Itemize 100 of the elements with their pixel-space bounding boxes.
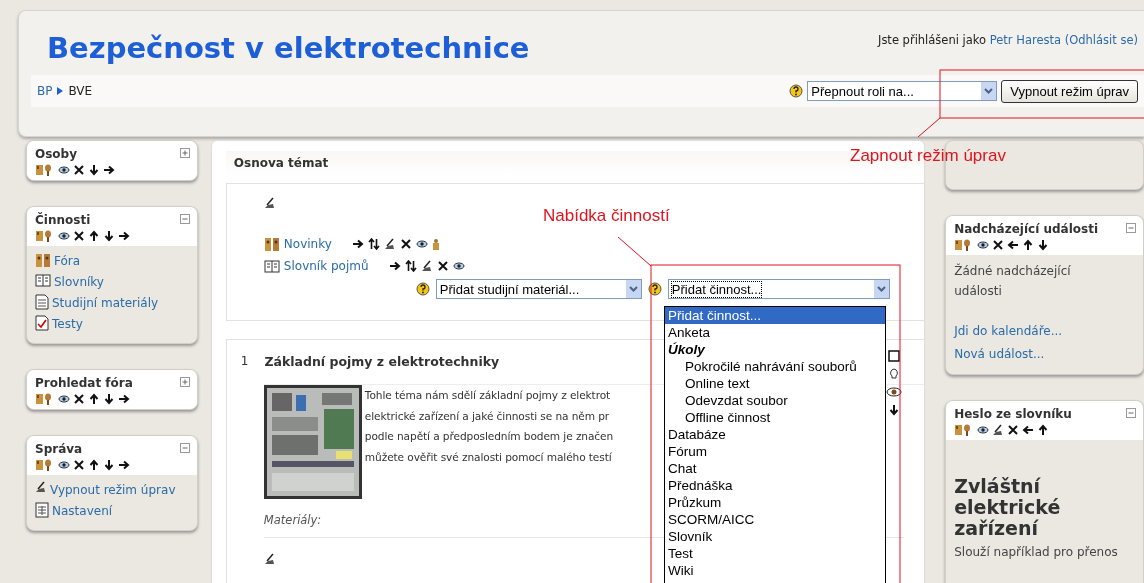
collapse-icon[interactable] (179, 214, 190, 224)
move-icon[interactable] (404, 260, 417, 272)
option-group-label: Úkoly (667, 341, 706, 358)
document-icon (35, 294, 49, 310)
right-arrow-icon[interactable] (103, 164, 115, 176)
edit-icon[interactable] (263, 553, 276, 565)
right-arrow-icon[interactable] (388, 260, 401, 272)
menu-option[interactable]: Slovník (665, 528, 885, 545)
role-select[interactable]: Přepnout roli na... (807, 81, 998, 101)
menu-option[interactable]: Pokročilé nahrávání souborů (665, 358, 885, 375)
book-icon (35, 273, 51, 287)
collapse-icon[interactable] (1126, 408, 1136, 418)
logout-link[interactable]: (Odhlásit se) (1064, 33, 1138, 47)
block-link[interactable]: Fóra (54, 252, 81, 270)
help-icon[interactable] (647, 282, 662, 296)
down-arrow-icon[interactable] (103, 393, 115, 405)
right-arrow-icon[interactable] (118, 459, 130, 471)
event-link[interactable]: Jdi do kalendáře... (954, 324, 1063, 338)
activity-link[interactable]: Slovník pojmů (283, 259, 369, 273)
menu-option[interactable]: SCORM/AICC (665, 511, 885, 528)
menu-option[interactable]: Přidat činnost... (665, 307, 885, 324)
breadcrumb-link[interactable]: BP (37, 84, 53, 98)
event-link[interactable]: Nová událost... (954, 347, 1045, 361)
menu-option[interactable]: Online text (665, 375, 885, 392)
eye-icon[interactable] (58, 164, 70, 176)
eye-icon[interactable] (58, 230, 70, 242)
menu-option[interactable]: Přednáška (665, 477, 885, 494)
help-icon[interactable] (789, 84, 804, 98)
eye-icon[interactable] (452, 260, 465, 272)
right-arrow-icon[interactable] (118, 230, 130, 242)
up-arrow-icon[interactable] (88, 393, 100, 405)
delete-icon[interactable] (73, 230, 85, 242)
menu-option[interactable]: Fórum (665, 443, 885, 460)
collapse-icon[interactable] (1126, 223, 1136, 233)
person-icon[interactable] (431, 238, 440, 250)
expand-icon[interactable] (179, 377, 190, 387)
block-link[interactable]: Testy (52, 315, 83, 333)
down-arrow-icon[interactable] (103, 230, 115, 242)
left-arrow-icon[interactable] (1007, 239, 1020, 251)
delete-icon[interactable] (992, 239, 1005, 251)
activity-link[interactable]: Novinky (283, 237, 332, 251)
eye-icon[interactable] (977, 239, 990, 251)
annotation-label: Zapnout režim úprav (850, 146, 1006, 166)
delete-icon[interactable] (436, 260, 449, 272)
block-link[interactable]: Nastavení (52, 502, 113, 520)
block-link[interactable]: Slovníky (54, 273, 104, 291)
checklist-icon (35, 315, 49, 331)
forum-icon (263, 236, 280, 252)
delete-icon[interactable] (399, 238, 412, 250)
menu-option[interactable]: Průzkum (665, 494, 885, 511)
add-resource-select[interactable]: Přidat studijní materiál... (435, 279, 642, 299)
expand-icon[interactable] (179, 148, 190, 158)
leader-line (617, 236, 652, 267)
menu-option[interactable]: Anketa (665, 324, 885, 341)
delete-icon[interactable] (73, 393, 85, 405)
up-arrow-icon[interactable] (1037, 424, 1050, 436)
block-link[interactable]: Studijní materiály (52, 294, 159, 312)
menu-option[interactable]: Wiki (665, 562, 885, 579)
edit-icon[interactable] (420, 260, 433, 272)
menu-option[interactable]: Databáze (665, 426, 885, 443)
right-arrow-icon[interactable] (118, 393, 130, 405)
glossary-term: Zvláštní elektrické zařízení (954, 476, 1062, 539)
menu-option[interactable]: Offline činnost (665, 409, 885, 426)
form-icon (35, 502, 49, 518)
up-arrow-icon[interactable] (1022, 239, 1035, 251)
eye-icon[interactable] (58, 459, 70, 471)
edit-icon[interactable] (992, 424, 1005, 436)
right-arrow-icon[interactable] (351, 238, 364, 250)
lightbulb-icon[interactable] (888, 368, 901, 380)
eye-icon[interactable] (58, 393, 70, 405)
square-icon[interactable] (888, 350, 901, 362)
section-number: 1 (240, 354, 249, 368)
left-arrow-icon[interactable] (1022, 424, 1035, 436)
user-link[interactable]: Petr Haresta (989, 33, 1062, 47)
menu-option[interactable]: Odevzdat soubor (665, 392, 885, 409)
delete-icon[interactable] (73, 164, 85, 176)
add-activity-select[interactable]: Přidat činnost... (667, 279, 890, 299)
block-title: Prohledat fóra (35, 376, 133, 390)
down-arrow-icon[interactable] (103, 459, 115, 471)
edit-icon[interactable] (263, 197, 276, 209)
edit-mode-button[interactable]: Vypnout režim úprav (1001, 79, 1138, 103)
breadcrumb-arrow-icon (56, 87, 65, 95)
help-icon[interactable] (415, 282, 430, 296)
menu-option[interactable]: Chat (665, 460, 885, 477)
delete-icon[interactable] (1007, 424, 1020, 436)
eye-icon[interactable] (415, 238, 428, 250)
down-arrow-icon[interactable] (888, 404, 901, 416)
edit-icon[interactable] (383, 238, 396, 250)
forum-icon (35, 252, 51, 268)
summary-text: Tohle téma nám sdělí základní pojmy z elektrot (364, 388, 612, 403)
up-arrow-icon[interactable] (88, 459, 100, 471)
up-arrow-icon[interactable] (88, 230, 100, 242)
move-icon[interactable] (367, 238, 380, 250)
delete-icon[interactable] (73, 459, 85, 471)
block-link[interactable]: Vypnout režim úprav (50, 481, 176, 499)
menu-option[interactable]: Test (665, 545, 885, 562)
down-arrow-icon[interactable] (1037, 239, 1050, 251)
down-arrow-icon[interactable] (88, 164, 100, 176)
collapse-icon[interactable] (179, 443, 190, 453)
eye-icon[interactable] (977, 424, 990, 436)
